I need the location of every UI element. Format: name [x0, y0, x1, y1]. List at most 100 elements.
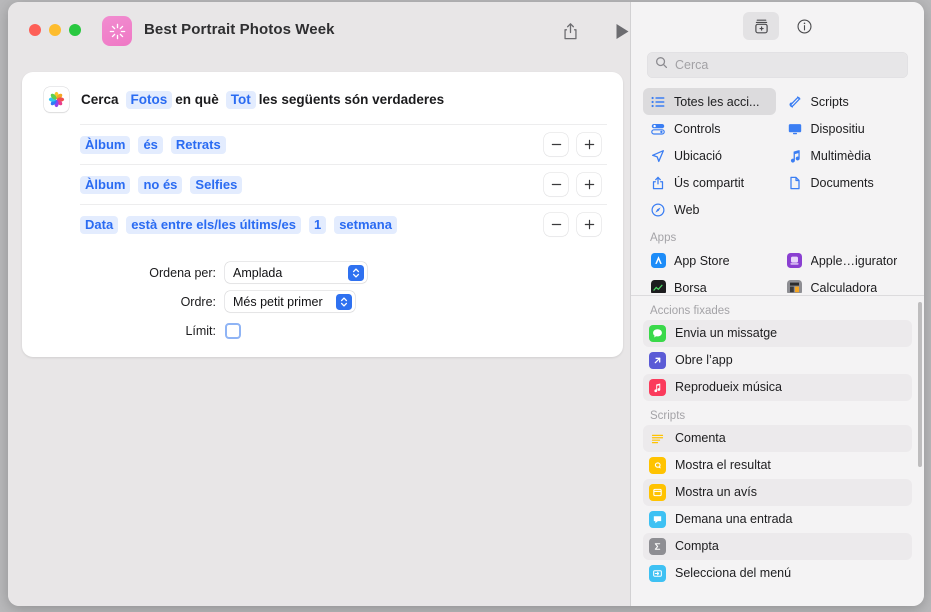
action-item-ask-for-input[interactable]: Demana una entrada [643, 506, 912, 533]
sidebar-item-device[interactable]: Dispositiu [780, 115, 913, 142]
action-item-open-app[interactable]: Obre l’app [643, 347, 912, 374]
limit-row: Límit: [22, 316, 623, 345]
chevron-updown-icon [348, 264, 364, 281]
filter-row-controls [544, 133, 601, 156]
sidebar-item-label: Ubicació [674, 148, 722, 163]
order-label: Ordre: [180, 294, 216, 309]
sidebar-item-all-actions[interactable]: Totes les acci... [643, 88, 776, 115]
sidebar-item-label: Dispositiu [810, 121, 865, 136]
action-item-count[interactable]: Compta [643, 532, 912, 560]
filter-operator-token[interactable]: és [138, 135, 163, 154]
filter-operator-token[interactable]: està entre els/les últims/es [126, 215, 301, 234]
action-item-label: Demana una entrada [675, 512, 793, 526]
app-item-label: Borsa [674, 280, 707, 294]
action-suffix: les següents són verdaderes [258, 92, 445, 107]
action-item-label: Comenta [675, 431, 726, 445]
action-item-label: Reprodueix música [675, 380, 782, 394]
action-item-send-message[interactable]: Envia un missatge [643, 319, 912, 347]
category-grid: Totes les acci... Scripts Controls Dispo… [631, 88, 924, 223]
close-button[interactable] [29, 24, 41, 36]
sidebar-item-controls[interactable]: Controls [643, 115, 776, 142]
filter-row[interactable]: Àlbum no és Selfies [80, 164, 607, 204]
add-filter-button[interactable] [577, 133, 601, 156]
sidebar-item-sharing[interactable]: Ús compartit [643, 169, 776, 196]
app-item-calculator[interactable]: Calculadora [780, 274, 913, 293]
share-button[interactable] [556, 18, 584, 44]
action-middle: en què [175, 92, 219, 107]
source-token[interactable]: Fotos [125, 90, 173, 109]
order-row: Ordre: Més petit primer [22, 287, 623, 316]
info-circle-icon[interactable] [786, 12, 822, 40]
display-icon [786, 122, 804, 136]
filter-amount-token[interactable]: 1 [308, 215, 327, 234]
action-item-comment[interactable]: Comenta [643, 424, 912, 452]
app-store-icon [649, 253, 667, 268]
filter-value-token[interactable]: Selfies [190, 175, 243, 194]
limit-label: Límit: [185, 323, 216, 338]
limit-checkbox[interactable] [225, 322, 241, 339]
document-icon [786, 176, 804, 190]
sidebar-item-label: Controls [674, 121, 721, 136]
safari-compass-icon [649, 202, 667, 217]
action-item-play-music[interactable]: Reprodueix música [643, 373, 912, 401]
title-bar: Best Portrait Photos Week [8, 2, 638, 60]
sidebar-item-documents[interactable]: Documents [780, 169, 913, 196]
filter-row[interactable]: Àlbum és Retrats [80, 124, 607, 164]
search-placeholder: Cerca [675, 58, 709, 72]
sidebar-item-label: Scripts [810, 94, 849, 109]
filter-row[interactable]: Data està entre els/les últims/es 1 setm… [80, 204, 607, 244]
sidebar-item-location[interactable]: Ubicació [643, 142, 776, 169]
search-input[interactable]: Cerca [647, 52, 908, 78]
sidebar-item-web[interactable]: Web [643, 196, 776, 223]
zoom-button[interactable] [69, 24, 81, 36]
search-icon [655, 56, 668, 74]
sidebar-item-label: Web [674, 202, 700, 217]
library-add-icon[interactable] [743, 12, 779, 40]
filter-field-token[interactable]: Àlbum [80, 135, 131, 154]
minimize-button[interactable] [49, 24, 61, 36]
apps-list: App Store Apple…igurator Borsa Calculado… [631, 247, 924, 293]
add-filter-button[interactable] [577, 213, 601, 236]
share-icon [649, 176, 667, 190]
find-photos-action-card[interactable]: Cerca Fotos en què Tot les següents són … [22, 72, 623, 357]
action-item-label: Envia un missatge [675, 326, 778, 340]
remove-filter-button[interactable] [544, 173, 568, 196]
app-item-stocks[interactable]: Borsa [643, 274, 776, 293]
filter-operator-token[interactable]: no és [138, 175, 183, 194]
sidebar-item-media[interactable]: Multimèdia [780, 142, 913, 169]
app-item-app-store[interactable]: App Store [643, 247, 776, 274]
action-item-label: Compta [675, 539, 719, 553]
action-item-show-alert[interactable]: Mostra un avís [643, 478, 912, 506]
window-title: Best Portrait Photos Week [144, 21, 335, 38]
show-result-icon [649, 456, 666, 474]
action-item-choose-from-menu[interactable]: Selecciona del menú [643, 560, 912, 587]
comment-icon [649, 430, 666, 447]
filter-field-token[interactable]: Àlbum [80, 175, 131, 194]
sort-by-select[interactable]: Amplada [225, 262, 367, 283]
remove-filter-button[interactable] [544, 133, 568, 156]
sidebar-item-scripts[interactable]: Scripts [780, 88, 913, 115]
ask-input-icon [649, 510, 666, 528]
music-note-icon [786, 149, 804, 163]
match-token[interactable]: Tot [225, 90, 256, 109]
add-filter-button[interactable] [577, 173, 601, 196]
photos-icon [44, 87, 69, 112]
sort-options: Ordena per: Amplada Ordre: Més petit pri… [22, 258, 623, 345]
filter-unit-token[interactable]: setmana [334, 215, 397, 234]
order-select[interactable]: Més petit primer [225, 291, 355, 312]
remove-filter-button[interactable] [544, 213, 568, 236]
action-item-show-result[interactable]: Mostra el resultat [643, 452, 912, 479]
scripts-section-header: Scripts [650, 409, 686, 422]
sidebar-scrollbar[interactable] [918, 302, 922, 467]
app-item-apple-configurator[interactable]: Apple…igurator [780, 247, 913, 274]
choose-menu-icon [649, 564, 666, 582]
action-item-label: Mostra un avís [675, 485, 757, 499]
music-icon [649, 378, 666, 396]
filter-value-token[interactable]: Retrats [170, 135, 226, 154]
action-header: Cerca Fotos en què Tot les següents són … [22, 72, 623, 124]
action-item-label: Obre l’app [675, 353, 733, 367]
sidebar-toolbar [631, 2, 924, 52]
action-library-sidebar: Cerca Totes les acci... Scripts Controls [630, 2, 924, 606]
stocks-icon [649, 280, 667, 293]
filter-field-token[interactable]: Data [80, 215, 119, 234]
